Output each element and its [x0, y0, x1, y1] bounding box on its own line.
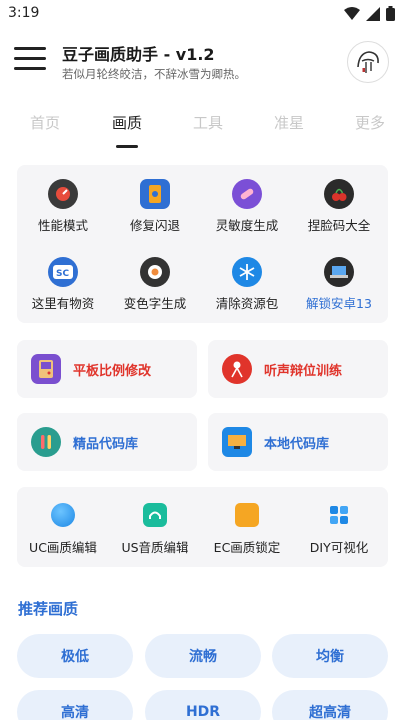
grid-label: 清除资源包: [215, 296, 279, 311]
tripod-icon: [222, 354, 252, 384]
local-code-card[interactable]: 本地代码库: [208, 413, 388, 471]
speedometer-icon: [48, 179, 78, 209]
status-bar: 3:19: [0, 0, 405, 28]
wifi-icon: [344, 6, 360, 20]
tool-label: US音质编辑: [121, 540, 189, 555]
orange-lock-icon: [235, 503, 259, 527]
quality-pill[interactable]: 高清: [17, 690, 133, 720]
tool-ec-lock[interactable]: EC画质锁定: [201, 503, 293, 556]
premium-code-card[interactable]: 精品代码库: [17, 413, 197, 471]
tab-more[interactable]: 更多: [355, 112, 385, 133]
test-tubes-icon: [31, 427, 61, 457]
tool-label: EC画质锁定: [213, 540, 281, 555]
grid-label: 修复闪退: [129, 218, 180, 233]
quality-pill[interactable]: 极低: [17, 634, 133, 678]
feature-grid: 性能模式 修复闪退 灵敏度生成 捏脸码大全 SC 这里有物资 变色字生成 清除资…: [17, 165, 388, 323]
app-title: 豆子画质助手 - v1.2: [62, 45, 215, 64]
tool-uc-editor[interactable]: UC画质编辑: [17, 503, 109, 556]
grid-label: 解锁安卓13: [306, 296, 372, 311]
gameboy-icon: [31, 354, 61, 384]
menu-icon[interactable]: [14, 47, 46, 73]
tab-indicator: [116, 145, 138, 148]
quality-pill[interactable]: 均衡: [272, 634, 388, 678]
grid-item-fix-crash[interactable]: 修复闪退: [109, 179, 201, 234]
phone-repair-icon: [140, 179, 170, 209]
tools-card: UC画质编辑 US音质编辑 EC画质锁定 DIY可视化: [17, 487, 388, 567]
tablet-ratio-card[interactable]: 平板比例修改: [17, 340, 197, 398]
tab-home[interactable]: 首页: [30, 112, 60, 133]
tab-tools[interactable]: 工具: [193, 112, 223, 133]
quality-pill[interactable]: 超高清: [272, 690, 388, 720]
grid-item-sensitivity[interactable]: 灵敏度生成: [201, 179, 293, 234]
blue-dot-icon: [51, 503, 75, 527]
quality-pill[interactable]: HDR: [145, 690, 261, 720]
cherries-icon: [324, 179, 354, 209]
avatar[interactable]: [347, 41, 389, 83]
svg-text:SC: SC: [56, 269, 69, 279]
tool-label: UC画质编辑: [29, 540, 97, 555]
monitor-icon: [222, 427, 252, 457]
sushi-icon: [140, 257, 170, 287]
app-header: 豆子画质助手 - v1.2 若似月轮终皎洁，不辞冰雪为卿热。: [0, 30, 405, 94]
grid-item-face-codes[interactable]: 捏脸码大全: [293, 179, 385, 234]
grid-label: 灵敏度生成: [215, 218, 279, 233]
pills-icon: [232, 179, 262, 209]
sc-badge-icon: SC: [48, 257, 78, 287]
grid-label: 这里有物资: [31, 296, 95, 311]
grid-label: 变色字生成: [123, 296, 187, 311]
blue-puzzle-icon: [327, 503, 351, 527]
grid-item-performance[interactable]: 性能模式: [17, 179, 109, 234]
grid-item-supplies[interactable]: SC 这里有物资: [17, 257, 109, 312]
grid-label: 性能模式: [37, 218, 88, 233]
snowflake-icon: [232, 257, 262, 287]
laptop-icon: [324, 257, 354, 287]
status-time: 3:19: [8, 5, 40, 21]
recommend-title: 推荐画质: [18, 600, 79, 618]
quality-pill[interactable]: 流畅: [145, 634, 261, 678]
grid-item-unlock-android[interactable]: 解锁安卓13: [293, 257, 385, 312]
tab-bar: 首页 画质 工具 准星 更多: [0, 108, 405, 150]
tool-label: DIY可视化: [309, 540, 369, 555]
audio-training-card[interactable]: 听声辩位训练: [208, 340, 388, 398]
tool-diy-visual[interactable]: DIY可视化: [293, 503, 385, 556]
signal-icon: [366, 6, 380, 21]
app-subtitle: 若似月轮终皎洁，不辞冰雪为卿热。: [62, 67, 246, 81]
local-code-label: 本地代码库: [264, 437, 330, 452]
grid-label: 捏脸码大全: [307, 218, 371, 233]
audio-training-label: 听声辩位训练: [264, 364, 343, 379]
tool-us-editor[interactable]: US音质编辑: [109, 503, 201, 556]
status-icons: [344, 6, 395, 21]
grid-item-color-text[interactable]: 变色字生成: [109, 257, 201, 312]
tab-crosshair[interactable]: 准星: [274, 112, 304, 133]
tab-graphics[interactable]: 画质: [112, 112, 142, 133]
battery-icon: [386, 6, 395, 21]
avatar-sketch-icon: [357, 51, 379, 73]
premium-code-label: 精品代码库: [73, 437, 139, 452]
tablet-ratio-label: 平板比例修改: [73, 364, 152, 379]
grid-item-clear-resources[interactable]: 清除资源包: [201, 257, 293, 312]
headphones-icon: [143, 503, 167, 527]
